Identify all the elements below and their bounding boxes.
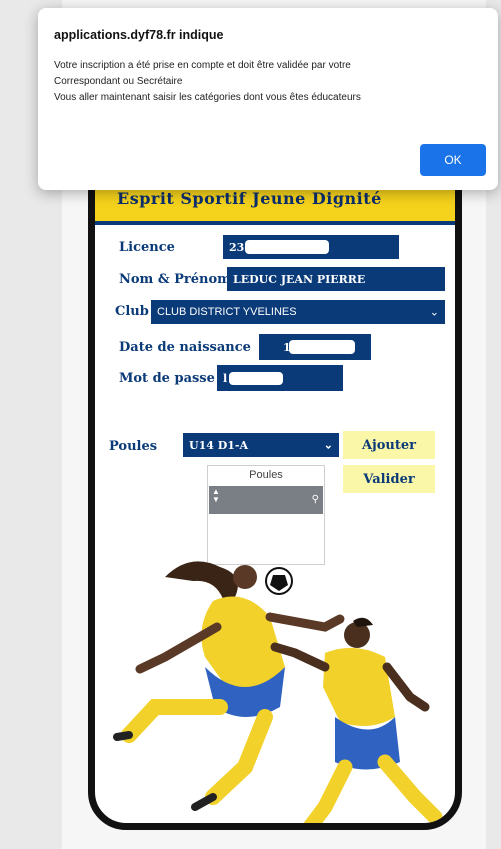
dialog-message-line: Vous aller maintenant saisir les catégor… (54, 92, 361, 103)
dialog-title: applications.dyf78.fr indique (54, 28, 224, 42)
poules-select[interactable]: U14 D1-A ⌄ (183, 433, 339, 457)
name-value: LEDUC JEAN PIERRE (233, 272, 366, 286)
sort-icon: ▲ ▼ (212, 487, 220, 504)
birthdate-field[interactable]: 1 (259, 334, 371, 360)
redaction-mask (229, 372, 283, 385)
redaction-mask (289, 340, 355, 354)
licence-value: 23 (229, 240, 245, 254)
dialog-message-line: Correspondant ou Secrétaire (54, 76, 183, 87)
licence-label: Licence (119, 240, 175, 255)
validate-button[interactable]: Valider (343, 465, 435, 493)
soccer-ball-icon (265, 567, 293, 595)
licence-field[interactable]: 23 (223, 235, 399, 259)
add-button[interactable]: Ajouter (343, 431, 435, 459)
password-label: Mot de passe (119, 371, 215, 386)
poules-label: Poules (109, 439, 158, 454)
player-woman (113, 561, 345, 811)
banner-title: Esprit Sportif Jeune Dignité (117, 189, 382, 208)
club-value: CLUB DISTRICT YVELINES (157, 306, 297, 318)
poules-value: U14 D1-A (189, 438, 249, 452)
redaction-mask (245, 240, 329, 254)
football-players-illustration (113, 561, 443, 823)
club-label: Club (115, 304, 149, 319)
club-select[interactable]: CLUB DISTRICT YVELINES ⌄ (151, 300, 445, 324)
name-label: Nom & Prénom (119, 272, 231, 287)
player-man (270, 617, 443, 823)
password-field[interactable]: l (217, 365, 343, 391)
password-value: l (223, 371, 228, 385)
chevron-down-icon: ⌄ (429, 306, 439, 319)
chevron-down-icon: ⌄ (323, 438, 333, 452)
birthdate-label: Date de naissance (119, 340, 251, 355)
dialog-message: Votre inscription a été prise en compte … (54, 58, 484, 106)
name-field[interactable]: LEDUC JEAN PIERRE (227, 267, 445, 291)
phone-frame: Esprit Sportif Jeune Dignité Licence 23 … (88, 150, 462, 830)
ok-button[interactable]: OK (420, 144, 486, 176)
poules-list-search[interactable]: ▲ ▼ ⚲ (209, 486, 323, 514)
poules-list[interactable]: Poules ▲ ▼ ⚲ (207, 465, 325, 565)
poules-list-header: Poules (249, 469, 283, 481)
dialog-message-line: Votre inscription a été prise en compte … (54, 60, 351, 71)
search-icon: ⚲ (311, 494, 319, 505)
alert-dialog: applications.dyf78.fr indique Votre insc… (38, 8, 498, 190)
